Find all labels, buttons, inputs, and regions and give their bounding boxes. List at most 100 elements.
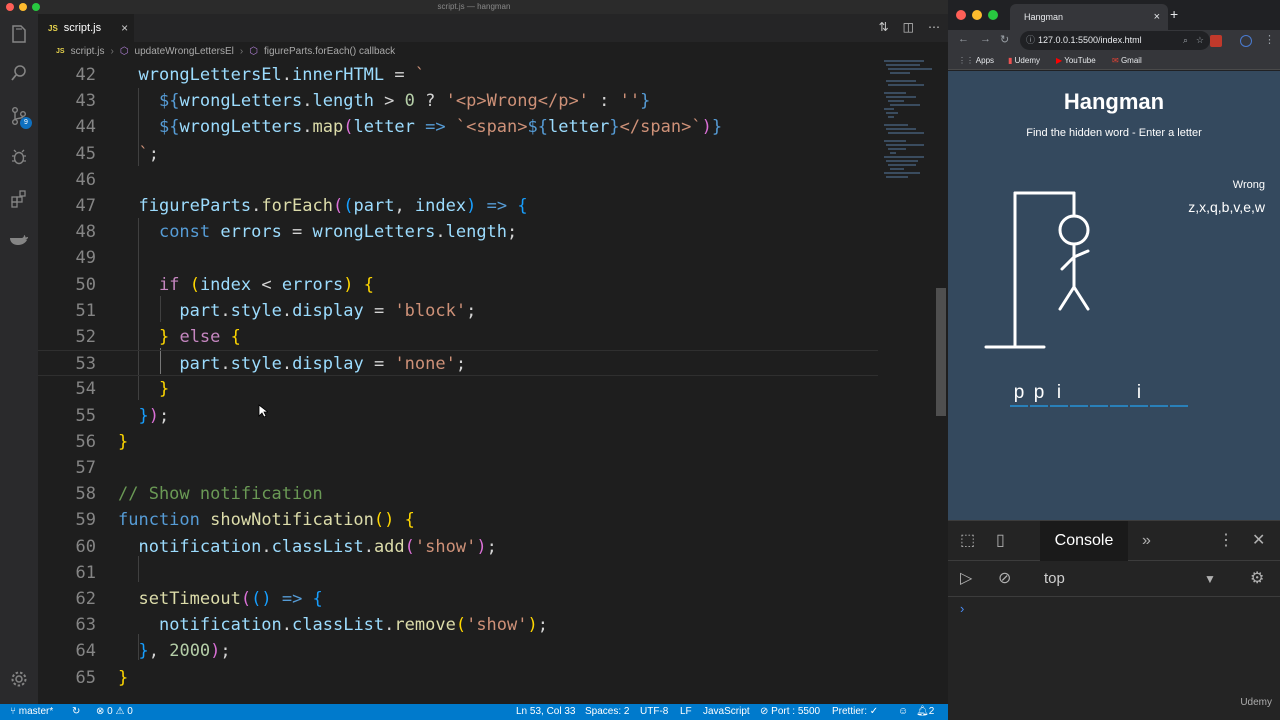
- forward-icon[interactable]: →: [980, 33, 991, 45]
- debug-icon[interactable]: [9, 148, 29, 168]
- console-settings-gear-icon[interactable]: ⚙: [1250, 561, 1264, 597]
- wrong-letters: z,x,q,b,v,e,w: [1188, 199, 1265, 215]
- code-line[interactable]: 48 const errors = wrongLetters.length;: [38, 219, 878, 245]
- devtools-menu-icon[interactable]: ⋮: [1218, 521, 1234, 561]
- sync-icon[interactable]: ↻: [72, 704, 80, 720]
- code-line[interactable]: 64 }, 2000);: [38, 638, 878, 664]
- cursor-position[interactable]: Ln 53, Col 33: [516, 704, 576, 720]
- bookmark-udemy[interactable]: ▮ Udemy: [1008, 56, 1040, 65]
- code-line[interactable]: 43 ${wrongLetters.length > 0 ? '<p>Wrong…: [38, 88, 878, 114]
- git-branch[interactable]: ⑂ master*: [10, 704, 53, 720]
- more-actions-icon[interactable]: ⋯: [928, 20, 940, 34]
- code-line[interactable]: 60 notification.classList.add('show');: [38, 534, 878, 560]
- minimap-line: [886, 144, 924, 146]
- end-of-line[interactable]: LF: [680, 704, 692, 720]
- compare-changes-icon[interactable]: ⇅: [879, 20, 889, 34]
- reload-icon[interactable]: ↻: [1000, 33, 1009, 46]
- console-prompt[interactable]: ›: [960, 601, 964, 616]
- window-controls[interactable]: [6, 3, 40, 11]
- explorer-icon[interactable]: [9, 24, 29, 44]
- new-tab-button[interactable]: +: [1170, 6, 1178, 22]
- hidden-word: ppii: [1010, 383, 1188, 407]
- console-sidebar-icon[interactable]: ▷: [960, 561, 972, 597]
- docker-icon[interactable]: [9, 232, 29, 252]
- close-window-button[interactable]: [6, 3, 14, 11]
- code-line[interactable]: 59 function showNotification() {: [38, 507, 878, 533]
- search-icon[interactable]: [9, 64, 29, 84]
- browser-tab-hangman[interactable]: Hangman ×: [1010, 4, 1168, 30]
- code-line[interactable]: 45 `;: [38, 141, 878, 167]
- code-line[interactable]: 53 part.style.display = 'none';: [38, 350, 878, 377]
- code-text: part.style.display = 'none';: [118, 351, 466, 377]
- address-bar[interactable]: ⓘ 127.0.0.1:5500/index.html ⌕ ☆: [1020, 31, 1210, 50]
- code-line[interactable]: 57: [38, 455, 878, 481]
- editor-scrollbar-thumb[interactable]: [936, 288, 946, 416]
- maximize-window-button[interactable]: [988, 10, 998, 20]
- code-line[interactable]: 54 }: [38, 376, 878, 402]
- code-line[interactable]: 63 notification.classList.remove('show')…: [38, 612, 878, 638]
- chrome-menu-icon[interactable]: ⋮: [1264, 33, 1275, 46]
- code-line[interactable]: 46: [38, 167, 878, 193]
- breadcrumb-file[interactable]: script.js: [71, 46, 105, 57]
- site-info-icon[interactable]: ⓘ: [1026, 31, 1035, 50]
- code-line[interactable]: 56}: [38, 429, 878, 455]
- extension-icon[interactable]: [1210, 35, 1222, 47]
- close-window-button[interactable]: [956, 10, 966, 20]
- bookmark-youtube[interactable]: ▶ YouTube: [1056, 56, 1096, 65]
- bookmark-star-icon[interactable]: ☆: [1196, 31, 1204, 50]
- breadcrumb-function[interactable]: updateWrongLettersEl: [135, 46, 234, 57]
- code-line[interactable]: 62 setTimeout(() => {: [38, 586, 878, 612]
- code-line[interactable]: 50 if (index < errors) {: [38, 272, 878, 298]
- prettier-status[interactable]: Prettier: ✓: [832, 704, 878, 720]
- back-icon[interactable]: ←: [958, 33, 969, 45]
- code-line[interactable]: 49: [38, 245, 878, 271]
- code-editor[interactable]: 42 wrongLettersEl.innerHTML = ` 43 ${wron…: [38, 62, 878, 704]
- code-line[interactable]: 42 wrongLettersEl.innerHTML = `: [38, 62, 878, 88]
- profile-avatar[interactable]: [1240, 35, 1252, 47]
- encoding[interactable]: UTF-8: [640, 704, 668, 720]
- context-selector[interactable]: top: [1044, 561, 1065, 597]
- extensions-icon[interactable]: [9, 190, 29, 210]
- code-line[interactable]: 51 part.style.display = 'block';: [38, 298, 878, 324]
- minimap[interactable]: [884, 60, 934, 190]
- indentation[interactable]: Spaces: 2: [585, 704, 629, 720]
- minimize-window-button[interactable]: [972, 10, 982, 20]
- bookmark-apps[interactable]: ⋮⋮ Apps: [958, 56, 994, 65]
- clear-console-icon[interactable]: ⊘: [998, 561, 1011, 597]
- code-line[interactable]: 58 // Show notification: [38, 481, 878, 507]
- code-text: setTimeout(() => {: [118, 586, 322, 612]
- close-devtools-icon[interactable]: ✕: [1252, 521, 1265, 561]
- line-number: 42: [75, 65, 96, 85]
- bookmark-gmail[interactable]: ✉ Gmail: [1112, 56, 1142, 65]
- code-line[interactable]: 47 figureParts.forEach((part, index) => …: [38, 193, 878, 219]
- maximize-window-button[interactable]: [32, 3, 40, 11]
- inspect-element-icon[interactable]: ⬚: [960, 521, 975, 561]
- code-line[interactable]: 55 });: [38, 403, 878, 429]
- browser-tab-close-icon[interactable]: ×: [1154, 4, 1160, 30]
- problems-indicator[interactable]: ⊗ 0 ⚠ 0: [96, 704, 133, 720]
- feedback-icon[interactable]: ☺: [898, 704, 908, 720]
- context-dropdown-icon[interactable]: ▼: [1204, 561, 1216, 597]
- tab-console[interactable]: Console: [1040, 521, 1128, 561]
- code-line[interactable]: 44 ${wrongLetters.map(letter => `<span>$…: [38, 114, 878, 140]
- code-line[interactable]: 65}: [38, 665, 878, 691]
- split-editor-icon[interactable]: ◫: [903, 20, 914, 34]
- minimize-window-button[interactable]: [19, 3, 27, 11]
- more-tabs-icon[interactable]: »: [1142, 521, 1151, 561]
- code-line[interactable]: 61: [38, 560, 878, 586]
- code-token: length: [445, 222, 508, 243]
- tab-close-icon[interactable]: ×: [121, 21, 128, 35]
- live-server-port[interactable]: ⊘ Port : 5500: [760, 704, 820, 720]
- language-mode[interactable]: JavaScript: [703, 704, 750, 720]
- notifications-bell[interactable]: 🔔︎2: [916, 704, 934, 720]
- device-toolbar-icon[interactable]: ▯: [996, 521, 1005, 561]
- code-token: }: [138, 405, 149, 426]
- code-text: }: [118, 429, 128, 455]
- code-line[interactable]: 52 } else {: [38, 324, 878, 350]
- settings-gear-icon[interactable]: [9, 670, 29, 690]
- zoom-icon[interactable]: ⌕: [1183, 31, 1188, 50]
- window-controls[interactable]: [956, 10, 998, 20]
- tab-script-js[interactable]: JS script.js ×: [38, 14, 134, 42]
- breadcrumb-callback[interactable]: figureParts.forEach() callback: [264, 46, 395, 57]
